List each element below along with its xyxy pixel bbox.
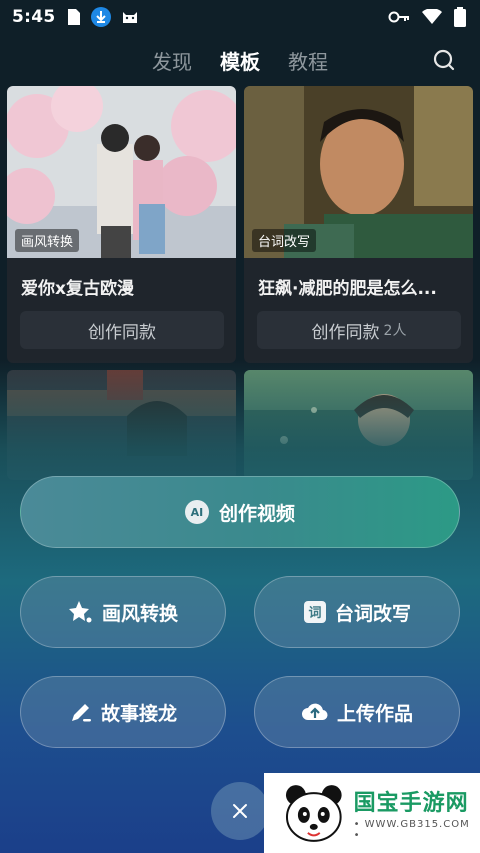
- story-chain-button[interactable]: 故事接龙: [20, 676, 226, 748]
- card-title: 爱你x复古欧漫: [21, 279, 134, 299]
- tab-templates[interactable]: 模板: [220, 46, 260, 75]
- upload-work-button[interactable]: 上传作品: [254, 676, 460, 748]
- style-transfer-button[interactable]: 画风转换: [20, 576, 226, 648]
- make-same-button[interactable]: 创作同款 2人: [257, 311, 461, 349]
- svg-text:词: 词: [308, 606, 321, 621]
- download-icon: [91, 7, 112, 27]
- card-thumbnail: 台词改写: [244, 86, 473, 258]
- document-word-icon: 词: [303, 601, 326, 623]
- upload-work-label: 上传作品: [336, 702, 413, 725]
- line-rewrite-button[interactable]: 词 台词改写: [254, 576, 460, 648]
- search-icon[interactable]: [432, 48, 456, 72]
- battery-icon: [454, 7, 466, 27]
- status-time: 5:45: [12, 7, 56, 27]
- card-title: 狂飙·减肥的肥是怎么...: [258, 279, 437, 299]
- ai-icon: AI: [184, 500, 209, 524]
- close-icon: [233, 804, 247, 818]
- close-button[interactable]: [211, 782, 269, 840]
- line-rewrite-label: 台词改写: [334, 602, 411, 625]
- watermark-title: 国宝手游网: [353, 791, 469, 816]
- pen-icon: [71, 704, 91, 722]
- watermark-url: • WWW.GB315.COM •: [353, 819, 470, 841]
- tab-discover[interactable]: 发现: [152, 46, 192, 75]
- vpn-key-icon: [388, 11, 409, 23]
- watermark-banner: 国宝手游网 • WWW.GB315.COM •: [264, 773, 480, 853]
- template-card[interactable]: 画风转换 爱你x复古欧漫 创作同款: [7, 86, 236, 363]
- style-transfer-label: 画风转换: [101, 602, 178, 625]
- template-card[interactable]: 台词改写 狂飙·减肥的肥是怎么... 创作同款 2人: [244, 86, 473, 363]
- sim-card-icon: [68, 9, 81, 25]
- cat-icon: [123, 12, 138, 23]
- top-nav: 发现 模板 教程: [0, 40, 480, 80]
- make-same-label: 创作同款: [88, 322, 156, 343]
- card-thumbnail: 画风转换: [7, 86, 236, 258]
- panda-logo-icon: [285, 785, 342, 842]
- status-bar: 5:45: [0, 0, 480, 34]
- create-video-label: 创作视频: [218, 502, 295, 525]
- tab-bar: 发现 模板 教程: [152, 46, 328, 75]
- cloud-upload-icon: [301, 703, 328, 721]
- story-chain-label: 故事接龙: [100, 702, 177, 725]
- card-tag: 台词改写: [252, 229, 317, 252]
- wifi-icon: [422, 9, 442, 24]
- make-same-button[interactable]: 创作同款: [20, 311, 224, 349]
- create-video-button[interactable]: AI 创作视频: [20, 476, 460, 548]
- usage-count: 2人: [383, 323, 407, 339]
- card-tag: 画风转换: [15, 229, 80, 252]
- sparkle-star-icon: [68, 601, 92, 623]
- tab-tutorial[interactable]: 教程: [288, 46, 328, 75]
- make-same-label: 创作同款: [311, 322, 380, 343]
